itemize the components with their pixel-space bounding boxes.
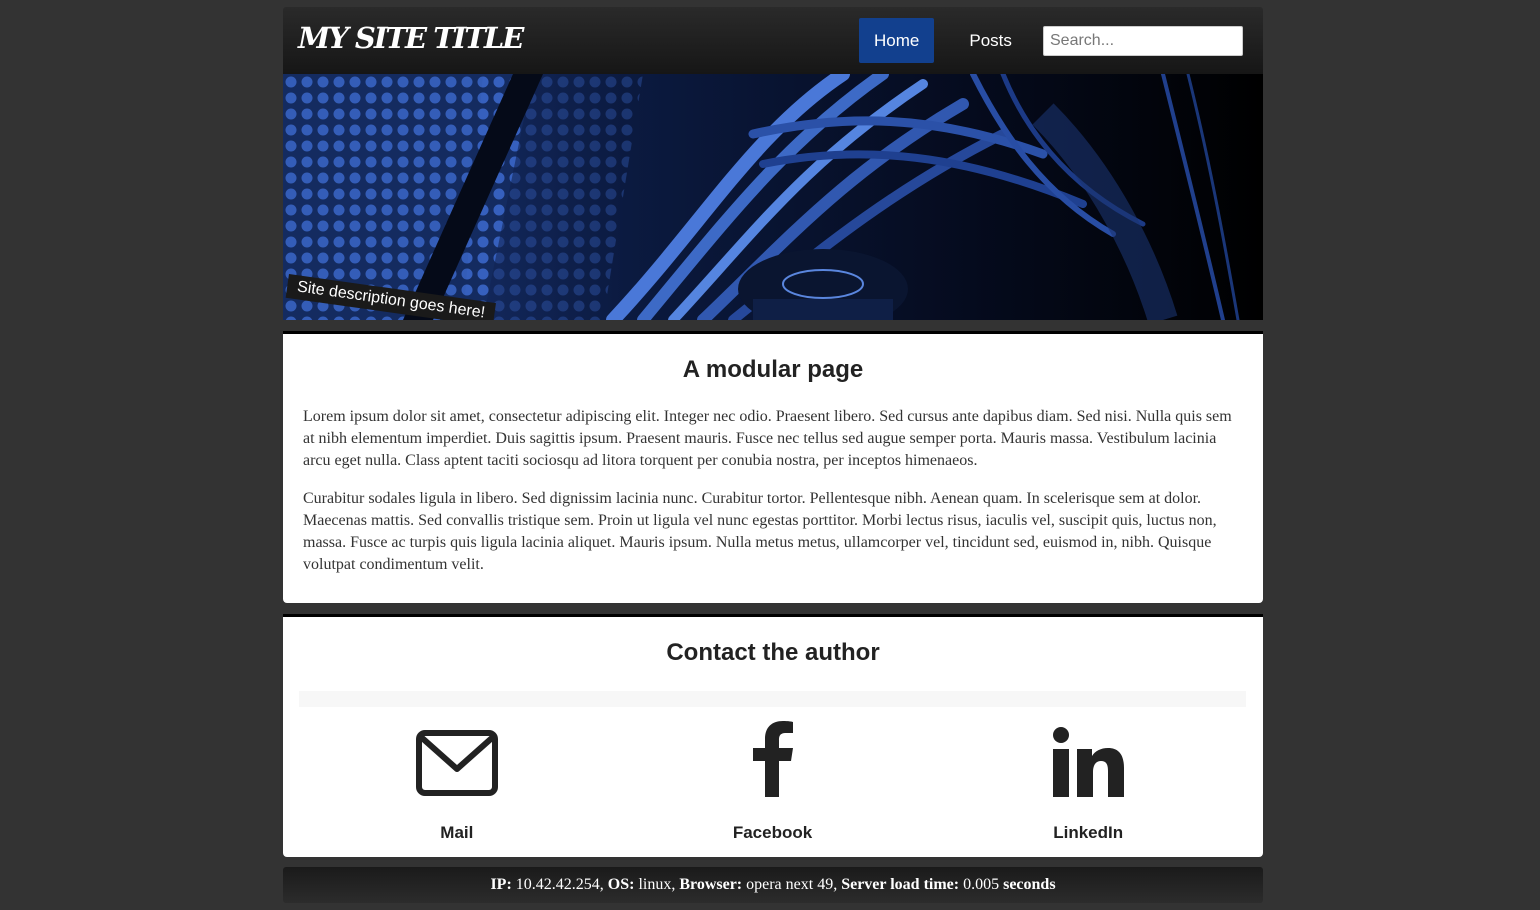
contact-label: Facebook bbox=[732, 823, 813, 842]
facebook-icon bbox=[615, 707, 931, 797]
main-nav: Home Posts bbox=[859, 18, 1027, 63]
mail-icon bbox=[299, 707, 615, 797]
contact-mail-link[interactable]: Mail bbox=[299, 707, 615, 843]
browser-label: Browser: bbox=[679, 876, 743, 893]
paragraph: Curabitur sodales ligula in libero. Sed … bbox=[303, 490, 1217, 573]
main-content-panel: A modular page Lorem ipsum dolor sit ame… bbox=[283, 331, 1263, 603]
banner-illustration bbox=[283, 74, 1263, 320]
contact-label: Mail bbox=[440, 823, 474, 842]
contact-facebook-link[interactable]: Facebook bbox=[615, 707, 931, 843]
paragraph: Lorem ipsum dolor sit amet, consectetur … bbox=[303, 408, 1232, 469]
page-wrapper: MY SITE TITLE Home Posts Search... Site … bbox=[283, 7, 1263, 903]
linkedin-icon bbox=[930, 707, 1246, 797]
page-title: A modular page bbox=[682, 356, 864, 383]
contact-label: LinkedIn bbox=[1053, 823, 1124, 842]
ip-label: IP: bbox=[490, 876, 512, 893]
os-value: linux, bbox=[638, 876, 676, 893]
contact-links: Mail Facebook LinkedIn bbox=[299, 707, 1246, 843]
load-time-value: 0.005 bbox=[963, 876, 1000, 893]
contact-panel: Contact the author Mail Facebook LinkedI… bbox=[283, 614, 1263, 857]
load-time-unit: seconds bbox=[1003, 876, 1056, 893]
footer-info: IP: 10.42.42.254, OS: linux, Browser: op… bbox=[283, 867, 1263, 903]
load-time-label: Server load time: bbox=[841, 876, 960, 893]
site-title[interactable]: MY SITE TITLE bbox=[298, 21, 524, 55]
nav-posts[interactable]: Posts bbox=[954, 18, 1027, 63]
browser-value: opera next 49, bbox=[746, 876, 838, 893]
nav-home[interactable]: Home bbox=[859, 18, 935, 63]
os-label: OS: bbox=[607, 876, 635, 893]
search-input[interactable] bbox=[1043, 26, 1243, 56]
site-header: MY SITE TITLE Home Posts bbox=[283, 7, 1263, 74]
contact-linkedin-link[interactable]: LinkedIn bbox=[930, 707, 1246, 843]
header-banner-image: Site description goes here! bbox=[283, 74, 1263, 320]
ip-value: 10.42.42.254, bbox=[515, 876, 604, 893]
contact-title: Contact the author bbox=[666, 639, 880, 666]
contact-strip bbox=[299, 691, 1246, 707]
